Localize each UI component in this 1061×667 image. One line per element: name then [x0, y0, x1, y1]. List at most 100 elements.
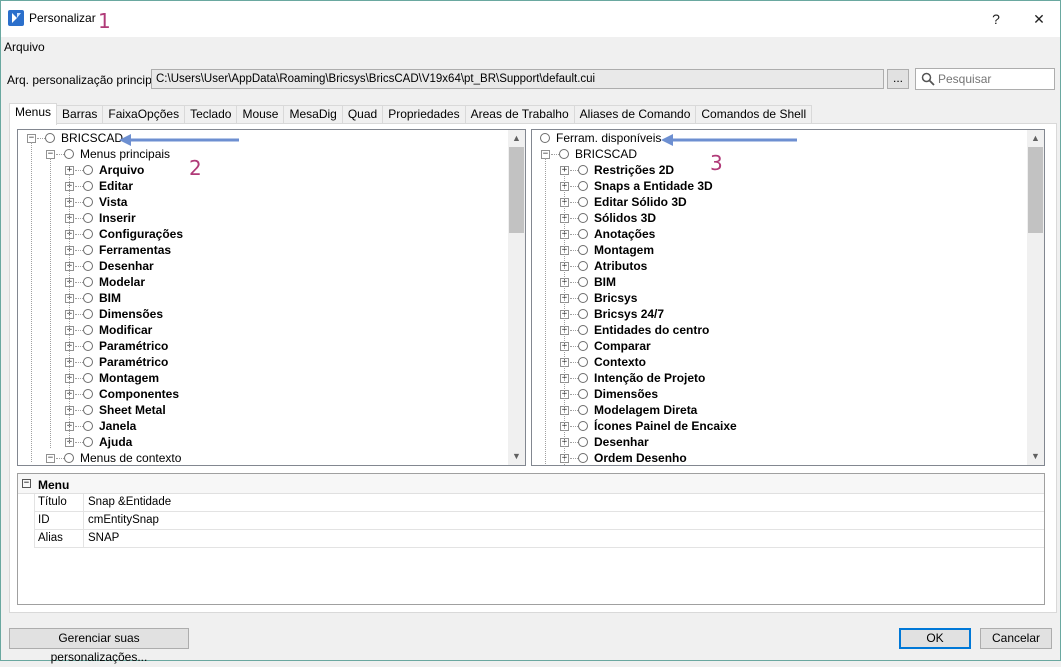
tree-node-menu-item[interactable]: + Ajuda — [18, 434, 508, 450]
tree-node-menu-item[interactable]: + Janela — [18, 418, 508, 434]
tree-node-menu-item[interactable]: + Desenhar — [18, 258, 508, 274]
tab-areas-de-trabalho[interactable]: Areas de Trabalho — [464, 105, 575, 124]
radio-circle-icon — [83, 181, 93, 191]
tree-node-menu-item[interactable]: + Editar — [18, 178, 508, 194]
menu-file[interactable]: Arquivo — [4, 40, 45, 54]
radio-circle-icon — [540, 133, 550, 143]
tree-node-menu-item[interactable]: + Montagem — [18, 370, 508, 386]
tree-node-tool-item[interactable]: + Intenção de Projeto — [532, 370, 1027, 386]
tree-node-tool-item[interactable]: + Entidades do centro — [532, 322, 1027, 338]
tree-node-menu-item[interactable]: + Modelar — [18, 274, 508, 290]
menus-tree[interactable]: − BRICSCAD − Menus principais + Arquivo + Edita… — [17, 129, 526, 466]
property-value[interactable]: SNAP — [88, 532, 119, 544]
tree-node-menu-item[interactable]: + Componentes — [18, 386, 508, 402]
tree-node-tool-item[interactable]: + Atributos — [532, 258, 1027, 274]
property-value[interactable]: cmEntitySnap — [88, 514, 159, 526]
search-box[interactable] — [915, 68, 1055, 90]
tree-node-label: BIM — [594, 275, 616, 289]
scroll-up-icon[interactable]: ▲ — [508, 130, 525, 147]
tree-node-main-menus[interactable]: − Menus principais — [18, 146, 508, 162]
tree-node-menu-item[interactable]: + BIM — [18, 290, 508, 306]
radio-circle-icon — [578, 453, 588, 463]
tree-node-tool-item[interactable]: + Contexto — [532, 354, 1027, 370]
tree-node-bricscad-tools[interactable]: − BRICSCAD — [532, 146, 1027, 162]
tree-node-tool-item[interactable]: + Dimensões — [532, 386, 1027, 402]
tree-node-bricscad[interactable]: − BRICSCAD — [18, 130, 508, 146]
collapse-icon[interactable]: − — [22, 479, 31, 488]
property-row[interactable]: ID cmEntitySnap — [34, 512, 1044, 530]
menus-tree-scrollbar[interactable]: ▲ ▼ — [508, 130, 525, 465]
tree-node-tool-item[interactable]: + Bricsys — [532, 290, 1027, 306]
tree-node-label: Ajuda — [99, 435, 133, 449]
property-key: Título — [34, 494, 84, 512]
tree-node-tool-item[interactable]: + Comparar — [532, 338, 1027, 354]
tree-node-tool-item[interactable]: + Editar Sólido 3D — [532, 194, 1027, 210]
tree-node-label: Modelagem Direta — [594, 403, 698, 417]
property-value[interactable]: Snap &Entidade — [88, 496, 171, 508]
tree-node-menu-item[interactable]: + Paramétrico — [18, 338, 508, 354]
property-row[interactable]: Alias SNAP — [34, 530, 1044, 548]
tab-teclado[interactable]: Teclado — [184, 105, 238, 124]
close-button[interactable]: ✕ — [1019, 1, 1059, 37]
radio-circle-icon — [83, 213, 93, 223]
tree-node-tool-item[interactable]: + Ordem Desenho — [532, 450, 1027, 465]
tab-propriedades[interactable]: Propriedades — [382, 105, 466, 124]
tree-node-menu-item[interactable]: + Dimensões — [18, 306, 508, 322]
ok-button[interactable]: OK — [899, 628, 971, 649]
tree-node-tool-item[interactable]: + Desenhar — [532, 434, 1027, 450]
scroll-thumb[interactable] — [509, 147, 524, 233]
tree-node-menu-item[interactable]: + Sheet Metal — [18, 402, 508, 418]
radio-circle-icon — [578, 261, 588, 271]
tree-node-tool-item[interactable]: + BIM — [532, 274, 1027, 290]
manage-customizations-button[interactable]: Gerenciar suas personalizações... — [9, 628, 189, 664]
tab-aliases-de-comando[interactable]: Aliases de Comando — [573, 105, 697, 124]
tree-node-menu-item[interactable]: + Ferramentas — [18, 242, 508, 258]
tree-node-tool-item[interactable]: + Ícones Painel de Encaixe — [532, 418, 1027, 434]
tree-node-label: Modificar — [99, 323, 153, 337]
tab-mouse[interactable]: Mouse — [236, 105, 285, 124]
annotation-arrow-left — [119, 134, 239, 146]
available-tools-scrollbar[interactable]: ▲ ▼ — [1027, 130, 1044, 465]
scroll-down-icon[interactable]: ▼ — [1027, 448, 1044, 465]
tree-node-tool-item[interactable]: + Modelagem Direta — [532, 402, 1027, 418]
tab-menus[interactable]: Menus — [9, 103, 58, 125]
radio-circle-icon — [559, 149, 569, 159]
radio-circle-icon — [578, 325, 588, 335]
properties-category[interactable]: − Menu — [18, 474, 1044, 494]
available-tools-tree[interactable]: Ferram. disponíveis − BRICSCAD + Restrições … — [531, 129, 1045, 466]
scroll-thumb[interactable] — [1028, 147, 1043, 233]
tab-comandos-de-shell[interactable]: Comandos de Shell — [695, 105, 813, 124]
tree-node-menu-item[interactable]: + Configurações — [18, 226, 508, 242]
tree-node-label: Modelar — [99, 275, 146, 289]
main-customization-file-path[interactable]: C:\Users\User\AppData\Roaming\Bricsys\Br… — [151, 69, 884, 89]
tab-mesadig[interactable]: MesaDig — [283, 105, 343, 124]
property-row[interactable]: Título Snap &Entidade — [34, 494, 1044, 512]
tree-node-menu-item[interactable]: + Paramétrico — [18, 354, 508, 370]
annotation-arrow-right — [661, 134, 797, 146]
tree-node-menu-item[interactable]: + Inserir — [18, 210, 508, 226]
tab-barras[interactable]: Barras — [56, 105, 104, 124]
tree-node-tool-item[interactable]: + Bricsys 24/7 — [532, 306, 1027, 322]
tree-node-menu-item[interactable]: + Arquivo — [18, 162, 508, 178]
tree-node-context-menus[interactable]: − Menus de contexto — [18, 450, 508, 465]
tree-node-tool-item[interactable]: + Anotações — [532, 226, 1027, 242]
collapse-icon[interactable]: − — [46, 454, 55, 463]
search-input[interactable] — [938, 71, 1050, 87]
tree-node-tool-item[interactable]: + Restrições 2D — [532, 162, 1027, 178]
tree-node-tool-item[interactable]: + Montagem — [532, 242, 1027, 258]
scroll-down-icon[interactable]: ▼ — [508, 448, 525, 465]
title-bar: Personalizar 1 ? ✕ — [1, 1, 1060, 37]
browse-button[interactable]: ... — [887, 69, 909, 89]
cancel-button[interactable]: Cancelar — [980, 628, 1052, 649]
tree-node-tool-item[interactable]: + Snaps a Entidade 3D — [532, 178, 1027, 194]
scroll-up-icon[interactable]: ▲ — [1027, 130, 1044, 147]
tree-node-menu-item[interactable]: + Vista — [18, 194, 508, 210]
radio-circle-icon — [578, 181, 588, 191]
help-button[interactable]: ? — [976, 1, 1016, 37]
tree-node-tool-item[interactable]: + Sólidos 3D — [532, 210, 1027, 226]
tree-node-menu-item[interactable]: + Modificar — [18, 322, 508, 338]
radio-circle-icon — [83, 229, 93, 239]
tab-faixaop-es[interactable]: FaixaOpções — [102, 105, 186, 124]
tab-quad[interactable]: Quad — [341, 105, 384, 124]
radio-circle-icon — [64, 149, 74, 159]
